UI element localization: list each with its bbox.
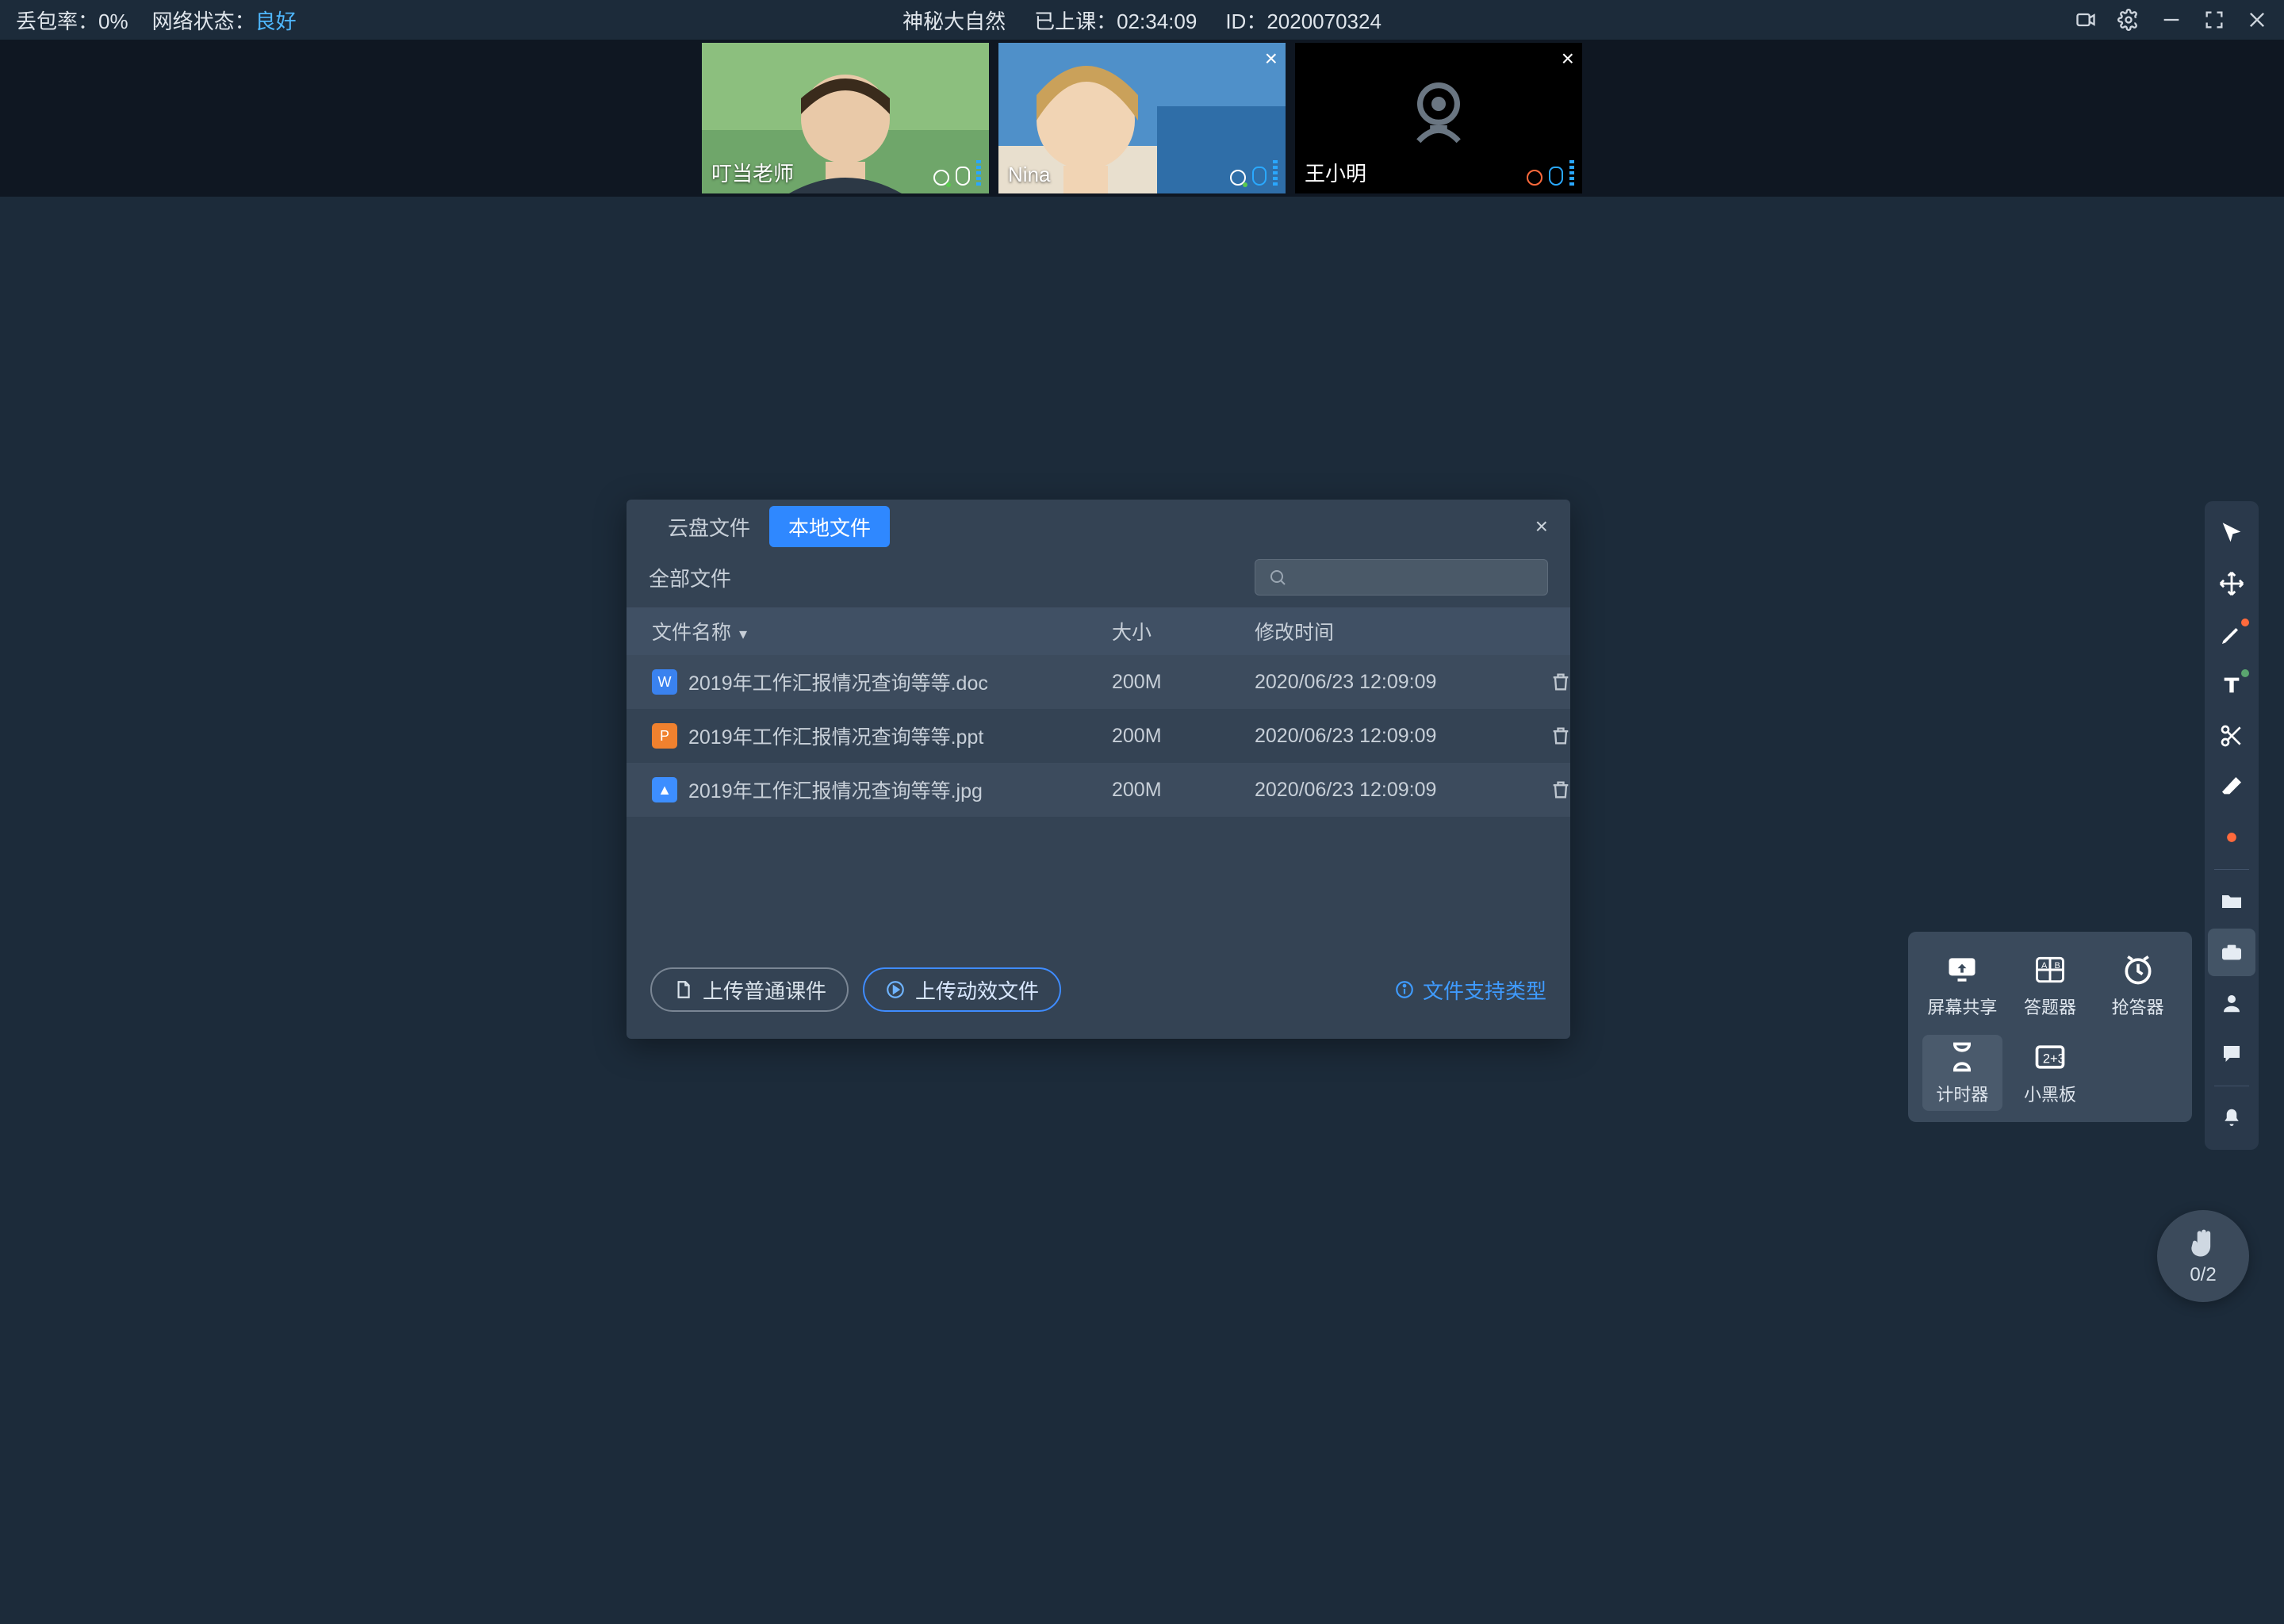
network-status: 网络状态：良好 <box>152 6 297 35</box>
delete-file-icon[interactable] <box>1550 779 1570 801</box>
minimize-icon[interactable] <box>2160 9 2182 31</box>
video-tile-name: Nina <box>1008 163 1050 187</box>
file-manager-modal: 云盘文件 本地文件 × 全部文件 文件名称 大小 修改时间 W2019年工作汇报… <box>627 500 1570 1039</box>
tool-chat[interactable] <box>2208 1030 2255 1078</box>
mic-icon <box>956 167 970 186</box>
tool-pen[interactable] <box>2208 611 2255 658</box>
tab-cloud-files[interactable]: 云盘文件 <box>649 506 769 547</box>
file-row[interactable]: P2019年工作汇报情况查询等等.ppt 200M 2020/06/23 12:… <box>627 709 1570 763</box>
tool-eraser[interactable] <box>2208 763 2255 810</box>
tool-folder[interactable] <box>2208 878 2255 925</box>
doc-file-icon: W <box>652 669 677 695</box>
delete-file-icon[interactable] <box>1550 725 1570 747</box>
fullscreen-icon[interactable] <box>2203 9 2225 31</box>
upload-normal-button[interactable]: 上传普通课件 <box>650 967 849 1012</box>
svg-text:A: A <box>2041 961 2048 971</box>
packet-loss: 丢包率：0% <box>16 6 128 35</box>
right-toolbar <box>2205 501 2259 1150</box>
video-tile-student-2[interactable]: × 王小明 <box>1295 43 1582 193</box>
tool-laser[interactable] <box>2208 814 2255 861</box>
video-tile-student-1[interactable]: × Nina <box>998 43 1286 193</box>
class-duration: 已上课：02:34:09 <box>1034 6 1197 35</box>
file-table-header: 文件名称 大小 修改时间 <box>627 607 1570 655</box>
upload-dynamic-button[interactable]: 上传动效文件 <box>863 967 1061 1012</box>
volume-bars-icon <box>1273 160 1278 186</box>
record-icon[interactable] <box>2075 9 2097 31</box>
file-row[interactable]: W2019年工作汇报情况查询等等.doc 200M 2020/06/23 12:… <box>627 655 1570 709</box>
video-tile-name: 叮当老师 <box>711 158 794 187</box>
filter-all-files[interactable]: 全部文件 <box>649 563 731 592</box>
search-icon <box>1268 568 1287 587</box>
document-icon <box>673 979 693 1000</box>
video-strip: 叮当老师 × Nina × 王小明 <box>0 40 2284 197</box>
tool-answer[interactable]: AB 答题器 <box>2010 948 2090 1024</box>
tool-screen-share[interactable]: 屏幕共享 <box>1922 948 2002 1024</box>
camera-on-icon <box>1230 170 1246 186</box>
ppt-file-icon: P <box>652 723 677 749</box>
col-name[interactable]: 文件名称 <box>652 617 1112 645</box>
room-id: ID：2020070324 <box>1225 6 1382 35</box>
col-size[interactable]: 大小 <box>1112 617 1255 645</box>
tool-user[interactable] <box>2208 979 2255 1027</box>
tool-move[interactable] <box>2208 560 2255 607</box>
close-window-icon[interactable] <box>2246 9 2268 31</box>
search-input[interactable] <box>1255 559 1548 596</box>
mic-icon <box>1252 167 1267 186</box>
tool-text[interactable] <box>2208 661 2255 709</box>
room-title: 神秘大自然 <box>902 6 1006 35</box>
settings-icon[interactable] <box>2117 9 2140 31</box>
tool-toolbox[interactable] <box>2208 929 2255 976</box>
raise-hand-count: 0/2 <box>2190 1264 2216 1286</box>
delete-file-icon[interactable] <box>1550 671 1570 693</box>
volume-bars-icon <box>976 160 981 186</box>
top-status-bar: 丢包率：0% 网络状态：良好 神秘大自然 已上课：02:34:09 ID：202… <box>0 0 2284 40</box>
file-row[interactable]: ▲2019年工作汇报情况查询等等.jpg 200M 2020/06/23 12:… <box>627 763 1570 817</box>
video-tile-name: 王小明 <box>1305 158 1366 187</box>
tool-blackboard[interactable]: 2+3 小黑板 <box>2010 1035 2090 1111</box>
camera-off-icon <box>1403 77 1474 148</box>
tool-buzzer[interactable]: 抢答器 <box>2098 948 2178 1024</box>
modal-close-icon[interactable]: × <box>1535 514 1548 539</box>
svg-text:2+3: 2+3 <box>2043 1051 2065 1066</box>
tool-scissors[interactable] <box>2208 712 2255 760</box>
supported-types-link[interactable]: 文件支持类型 <box>1394 975 1546 1005</box>
camera-on-icon <box>933 170 949 186</box>
teaching-tools-popup: 屏幕共享 AB 答题器 抢答器 计时器 2+3 小黑板 <box>1908 932 2192 1122</box>
close-tile-icon[interactable]: × <box>1562 48 1574 70</box>
tab-local-files[interactable]: 本地文件 <box>769 506 890 547</box>
hand-icon <box>2186 1226 2221 1261</box>
close-tile-icon[interactable]: × <box>1265 48 1278 70</box>
raise-hand-button[interactable]: 0/2 <box>2157 1210 2249 1302</box>
tool-bell[interactable] <box>2208 1094 2255 1142</box>
volume-bars-icon <box>1569 160 1574 186</box>
play-circle-icon <box>885 979 906 1000</box>
mic-icon <box>1549 167 1563 186</box>
col-mtime[interactable]: 修改时间 <box>1255 617 1508 645</box>
svg-text:B: B <box>2054 961 2060 971</box>
camera-muted-icon <box>1527 170 1542 186</box>
tool-pointer[interactable] <box>2208 509 2255 557</box>
video-tile-teacher[interactable]: 叮当老师 <box>702 43 989 193</box>
image-file-icon: ▲ <box>652 777 677 802</box>
tool-timer[interactable]: 计时器 <box>1922 1035 2002 1111</box>
info-icon <box>1394 979 1415 1000</box>
